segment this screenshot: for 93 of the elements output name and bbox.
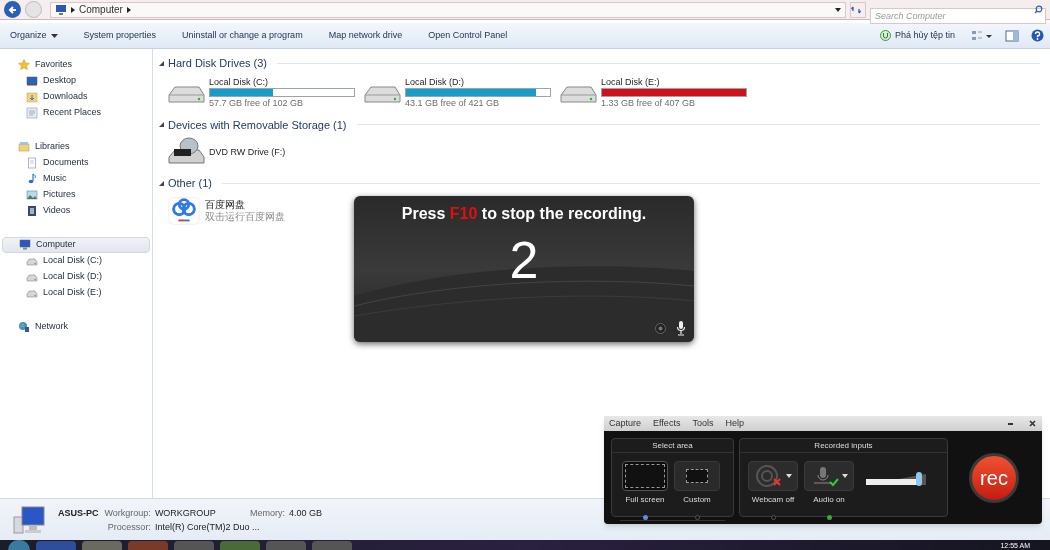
sidebar-item[interactable]: Pictures [2,187,150,203]
drive-item[interactable]: 百度网盘 双击运行百度网盘 [167,195,357,226]
group-title: Select area [612,439,733,453]
drive-item[interactable]: DVD RW Drive (F:) [167,137,357,167]
computer-name: ASUS-PC [58,506,100,520]
taskbar-button[interactable] [128,540,168,550]
breadcrumb-arrow-icon [126,6,131,13]
dropdown-icon[interactable] [835,7,841,12]
document-icon [26,157,38,169]
drive-item[interactable]: Local Disk (D:) 43.1 GB free of 421 GB [363,75,553,109]
microphone-icon [676,321,686,336]
group-title: Recorded inputs [740,439,947,453]
sidebar-item[interactable]: Favorites [2,57,150,73]
star-icon [18,59,30,71]
webcam-icon [754,464,784,488]
toolbar-button[interactable]: Uninstall or change a program [178,28,307,43]
cloud-app-icon [167,195,201,226]
webcam-icon [655,323,666,334]
detail-value: 4.00 GB [288,506,322,520]
dvd-drive-icon [167,137,205,167]
computer-icon [19,239,31,251]
close-button[interactable] [1029,418,1037,429]
refresh-icon [851,4,861,15]
caret-icon [842,474,848,478]
caret-icon [786,474,792,478]
sidebar-item[interactable]: Desktop [2,73,150,89]
sidebar-item[interactable]: Local Disk (C:) [2,253,150,269]
toolbar-button[interactable]: Open Control Panel [424,28,512,43]
desktop-icon [26,75,38,87]
record-button[interactable]: rec [969,452,1019,503]
detail-label: Workgroup: [104,506,151,520]
sidebar-item[interactable]: Computer [2,237,150,253]
taskbar-button[interactable] [82,540,122,550]
group-header[interactable]: Hard Disk Drives (3) [168,55,267,72]
detail-value: Intel(R) Core(TM)2 Duo ... [154,520,261,534]
address-path: Computer [79,3,123,17]
taskbar-button[interactable] [312,540,352,550]
back-arrow-icon [7,4,18,15]
network-icon [18,321,30,333]
taskbar-button[interactable] [220,540,260,550]
group-header[interactable]: Other (1) [168,175,212,192]
recent-icon [26,107,38,119]
detail-value: WORKGROUP [154,506,217,520]
sidebar-item[interactable]: Recent Places [2,105,150,121]
help-icon[interactable] [1031,29,1044,42]
volume-thumb[interactable] [915,472,922,486]
sidebar-item[interactable]: Libraries [2,139,150,155]
toolbar-button[interactable]: Map network drive [324,28,407,43]
drive-item[interactable]: Local Disk (C:) 57.7 GB free of 102 GB [167,75,357,109]
sidebar-item[interactable]: Downloads [2,89,150,105]
picture-icon [26,189,38,201]
taskbar-button[interactable] [266,540,306,550]
collapse-icon[interactable] [159,122,164,128]
library-icon [18,141,30,153]
menu-item[interactable]: Help [725,416,744,431]
taskbar-button[interactable] [36,540,76,550]
preview-pane-icon[interactable] [1005,29,1019,42]
computer-icon [12,504,46,535]
view-options-icon[interactable] [971,29,993,42]
breadcrumb-arrow-icon [71,6,75,13]
menu-item[interactable]: Capture [609,416,642,431]
detail-label: Processor: [106,520,151,534]
sidebar-item[interactable]: Local Disk (E:) [2,285,150,301]
sidebar-item[interactable]: Documents [2,155,150,171]
taskbar-button[interactable] [174,540,214,550]
toolbar-button[interactable]: System properties [79,28,161,43]
computer-icon [55,4,67,15]
music-icon [26,173,38,185]
sidebar-item[interactable]: Local Disk (D:) [2,269,150,285]
collapse-icon[interactable] [159,180,164,186]
sidebar-item[interactable]: Network [2,319,150,335]
group-header[interactable]: Devices with Removable Storage (1) [168,116,347,133]
video-icon [26,205,38,217]
folder-icon [26,91,38,103]
volume-slider[interactable] [866,471,928,487]
toolbar-button[interactable]: Organize [6,28,62,43]
detail-label: Memory: [249,506,285,520]
collapse-icon[interactable] [159,60,164,66]
shred-button[interactable]: Phá hủy tệp tin [875,28,959,43]
drive-item[interactable]: Local Disk (E:) 1.33 GB free of 407 GB [559,75,749,109]
search-icon [1034,4,1043,14]
back-button[interactable] [4,1,21,18]
search-field[interactable]: Search Computer [870,7,1046,24]
countdown-number: 2 [509,230,539,290]
address-field[interactable]: Computer [50,1,846,18]
caret-icon [50,33,58,38]
menu-item[interactable]: Effects [653,416,681,431]
instruction-text: Press F10 to stop the recording. [401,204,647,224]
menu-item[interactable]: Tools [692,416,714,431]
start-button[interactable] [8,540,30,550]
refresh-button[interactable] [850,1,866,18]
sidebar-item[interactable]: Music [2,171,150,187]
sidebar-item[interactable]: Videos [2,203,150,219]
